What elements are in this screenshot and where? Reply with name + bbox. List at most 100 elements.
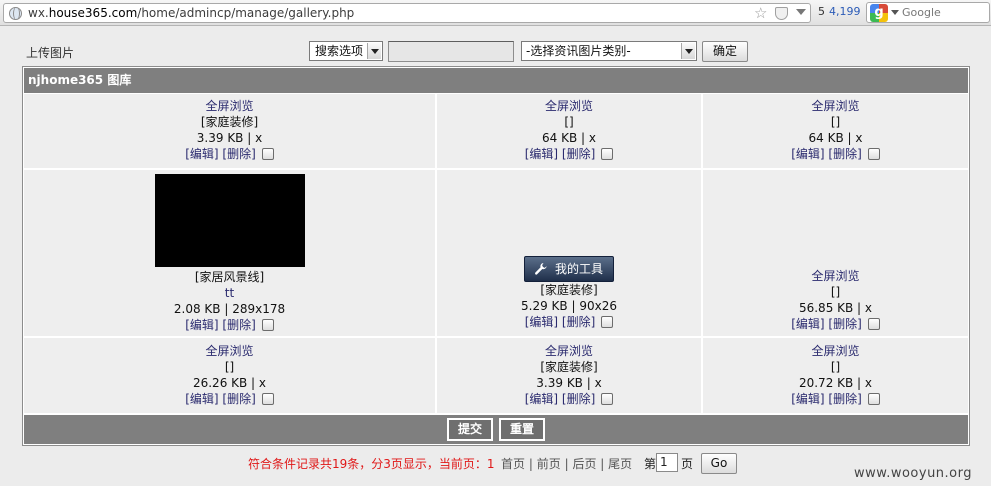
delete-link[interactable]: [删除]	[828, 147, 861, 161]
fullscreen-link[interactable]: 全屏浏览	[703, 98, 968, 114]
gallery-table: njhome365 图库 全屏浏览 [家庭装修] 3.39 KB | x [编辑…	[22, 66, 970, 446]
select-checkbox[interactable]	[601, 393, 614, 405]
pagination-separator: |	[564, 457, 569, 471]
delete-link[interactable]: [删除]	[562, 147, 595, 161]
category-select-value: -选择资讯图片类别-	[526, 44, 631, 58]
confirm-button[interactable]: 确定	[702, 41, 748, 62]
chevron-down-icon	[681, 43, 695, 59]
edit-link[interactable]: [编辑]	[525, 147, 558, 161]
select-checkbox[interactable]	[601, 316, 614, 328]
page-prefix: 第	[644, 457, 657, 471]
item-info: 3.39 KB | x	[536, 376, 602, 390]
pagination-links: 首页 | 前页 | 后页 | 尾页	[501, 455, 632, 472]
item-name[interactable]: tt	[24, 285, 435, 301]
select-checkbox[interactable]	[601, 148, 614, 160]
gallery-item: [家居风景线] tt 2.08 KB | 289x178 [编辑] [删除]	[24, 170, 435, 336]
gallery-item: 全屏浏览 [] 56.85 KB | x [编辑] [删除]	[703, 170, 968, 336]
my-tools-label: 我的工具	[554, 262, 603, 276]
fullscreen-link[interactable]: 全屏浏览	[703, 268, 968, 284]
gallery-footer: 提交 重置	[24, 415, 968, 444]
next-page-link[interactable]: 后页	[572, 457, 596, 471]
select-checkbox[interactable]	[867, 318, 880, 330]
prev-page-link[interactable]: 前页	[537, 457, 561, 471]
chevron-down-icon[interactable]	[891, 10, 899, 15]
search-input[interactable]	[388, 41, 514, 62]
fullscreen-link[interactable]: 全屏浏览	[24, 343, 435, 359]
address-bar[interactable]: wx.house365.com/home/admincp/manage/gall…	[3, 3, 811, 23]
delete-link[interactable]: [删除]	[222, 392, 255, 406]
delete-link[interactable]: [删除]	[562, 392, 595, 406]
reset-button[interactable]: 重置	[499, 418, 545, 441]
chevron-down-icon[interactable]	[796, 9, 806, 15]
page-rank-readout: 5 4,199	[818, 5, 861, 18]
my-tools-image[interactable]: 我的工具	[524, 256, 614, 282]
search-box[interactable]: g Google	[866, 2, 990, 23]
edit-link[interactable]: [编辑]	[791, 147, 824, 161]
fullscreen-link[interactable]: 全屏浏览	[24, 98, 435, 114]
select-checkbox[interactable]	[867, 393, 880, 405]
delete-link[interactable]: [删除]	[562, 315, 595, 329]
item-info: 64 KB | x	[542, 131, 596, 145]
gallery-item: 全屏浏览 [家庭装修] 3.39 KB | x [编辑] [删除]	[437, 338, 701, 413]
edit-link[interactable]: [编辑]	[525, 315, 558, 329]
fullscreen-link[interactable]: 全屏浏览	[703, 343, 968, 359]
item-category: []	[564, 115, 574, 129]
first-page-link[interactable]: 首页	[501, 457, 525, 471]
thumbnail-image[interactable]	[154, 174, 305, 267]
page-rank: 5	[818, 5, 825, 18]
search-option-value: 搜索选项	[315, 44, 364, 58]
category-select[interactable]: -选择资讯图片类别-	[521, 41, 697, 61]
alexa-count: 4,199	[829, 5, 861, 18]
page-number-input[interactable]: 1	[656, 453, 678, 472]
item-category: []	[830, 115, 841, 129]
go-button[interactable]: Go	[701, 453, 737, 474]
gallery-item: 全屏浏览 [] 20.72 KB | x [编辑] [删除]	[703, 338, 968, 413]
last-page-link[interactable]: 尾页	[608, 457, 632, 471]
fullscreen-link[interactable]: 全屏浏览	[437, 343, 701, 359]
url-text[interactable]: wx.house365.com/home/admincp/manage/gall…	[28, 6, 354, 20]
gallery-item: 全屏浏览 [] 26.26 KB | x [编辑] [删除]	[24, 338, 435, 413]
shield-icon[interactable]	[775, 7, 788, 20]
pagination-separator: |	[600, 457, 605, 471]
gallery-item: 全屏浏览 [] 64 KB | x [编辑] [删除]	[437, 94, 701, 168]
gallery-item: 我的工具 [家庭装修] 5.29 KB | 90x26 [编辑] [删除]	[437, 170, 701, 336]
item-info: 3.39 KB | x	[196, 131, 263, 145]
select-checkbox[interactable]	[261, 393, 274, 405]
edit-link[interactable]: [编辑]	[525, 392, 558, 406]
edit-link[interactable]: [编辑]	[185, 318, 218, 332]
watermark: www.wooyun.org	[854, 466, 973, 481]
upload-image-link[interactable]: 上传图片	[26, 44, 74, 61]
item-info: 20.72 KB | x	[798, 376, 873, 390]
submit-button[interactable]: 提交	[447, 418, 493, 441]
delete-link[interactable]: [删除]	[222, 147, 255, 161]
pagination-separator: |	[528, 457, 533, 471]
fullscreen-link[interactable]: 全屏浏览	[437, 98, 701, 114]
pagination-summary: 符合条件记录共19条，分3页显示，当前页：1	[248, 455, 495, 472]
search-option-select[interactable]: 搜索选项	[309, 41, 383, 61]
delete-link[interactable]: [删除]	[222, 318, 255, 332]
page-suffix: 页	[681, 457, 694, 471]
item-info: 56.85 KB | x	[798, 301, 873, 315]
select-checkbox[interactable]	[261, 148, 274, 160]
select-checkbox[interactable]	[261, 319, 274, 331]
search-engine-label: Google	[902, 6, 941, 19]
bookmark-star-icon[interactable]: ☆	[754, 4, 767, 22]
gallery-item: 全屏浏览 [家庭装修] 3.39 KB | x [编辑] [删除]	[24, 94, 435, 168]
delete-link[interactable]: [删除]	[828, 392, 861, 406]
item-category: []	[830, 285, 841, 299]
item-info: 2.08 KB | 289x178	[173, 302, 286, 316]
item-info: 26.26 KB | x	[192, 376, 267, 390]
wrench-icon	[535, 263, 547, 275]
delete-link[interactable]: [删除]	[828, 317, 861, 331]
item-info: 5.29 KB | 90x26	[521, 299, 617, 313]
edit-link[interactable]: [编辑]	[791, 317, 824, 331]
edit-link[interactable]: [编辑]	[185, 147, 218, 161]
item-category: [家庭装修]	[540, 283, 598, 297]
edit-link[interactable]: [编辑]	[791, 392, 824, 406]
item-category: [家庭装修]	[540, 360, 598, 374]
chevron-down-icon	[367, 43, 381, 59]
select-checkbox[interactable]	[867, 148, 880, 160]
item-category: [家居风景线]	[194, 270, 265, 284]
edit-link[interactable]: [编辑]	[185, 392, 218, 406]
globe-icon	[9, 7, 22, 20]
